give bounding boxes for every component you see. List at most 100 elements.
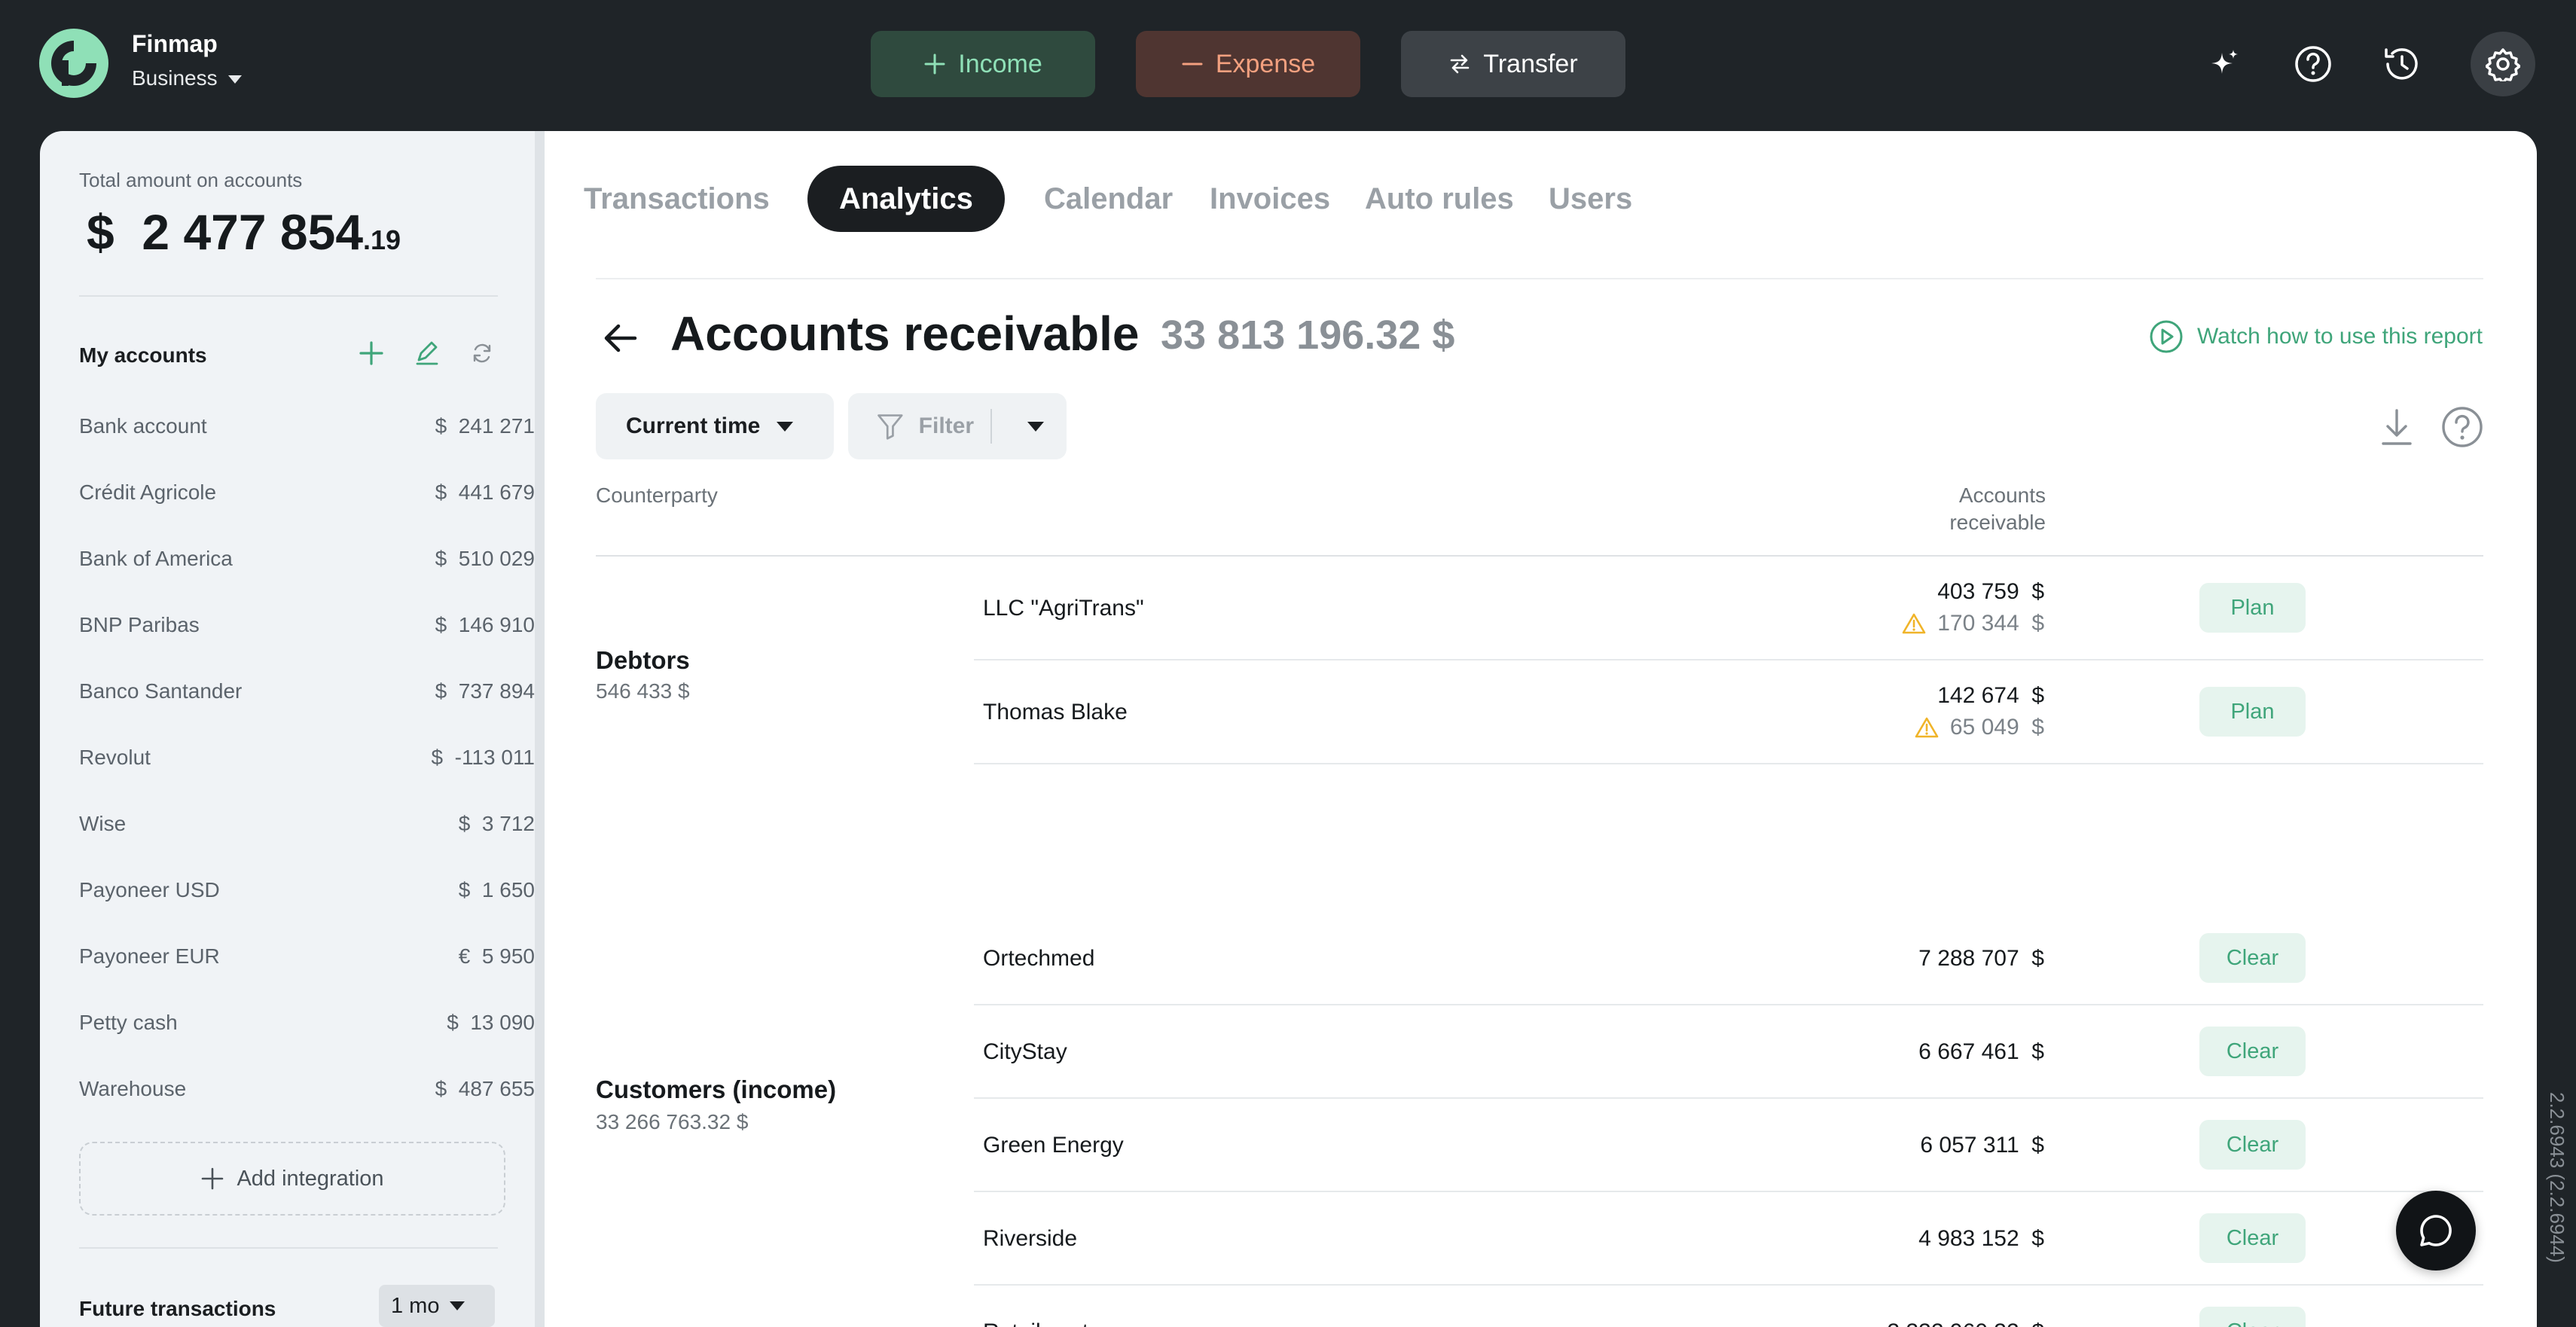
download-button[interactable] xyxy=(2372,402,2422,452)
back-arrow-icon[interactable] xyxy=(594,312,647,365)
clear-button[interactable]: Clear xyxy=(2199,933,2306,983)
period-select[interactable]: 1 mo xyxy=(379,1285,495,1327)
table-row: Retail customer 3 332 960.32 $ Clear xyxy=(974,1286,2483,1327)
account-name: Warehouse xyxy=(79,1077,187,1100)
account-name: Wise xyxy=(79,812,127,835)
income-button[interactable]: Income xyxy=(871,31,1095,97)
settings-button[interactable] xyxy=(2471,32,2535,96)
tab-auto-rules[interactable]: Auto rules xyxy=(1365,166,1514,232)
refresh-accounts-button[interactable] xyxy=(465,336,499,371)
overdue-value: 65 049 $ xyxy=(1949,715,2044,740)
version-text: 2.2.6943 (2.2.6944) xyxy=(2546,1092,2568,1263)
total-amount: $ 2 477 854.19 xyxy=(87,203,401,261)
clear-button[interactable]: Clear xyxy=(2199,1120,2306,1170)
plus-icon xyxy=(359,341,383,365)
chevron-down-icon xyxy=(1027,421,1045,432)
column-header-line-1: Accounts xyxy=(1958,484,2046,507)
ai-sparkle-button[interactable] xyxy=(2192,32,2257,96)
account-name: Payoneer EUR xyxy=(79,944,220,968)
help-circle-icon xyxy=(2295,46,2331,82)
finmap-logo-icon[interactable] xyxy=(39,29,108,98)
add-integration-button[interactable]: Add integration xyxy=(79,1142,505,1216)
account-balance: $ 146 910 xyxy=(435,613,535,636)
workspace-selector[interactable]: Business xyxy=(132,66,242,90)
watch-tutorial-link[interactable]: Watch how to use this report xyxy=(2149,319,2483,354)
warning-triangle-icon xyxy=(1915,717,1939,738)
account-balance: $ 510 029 xyxy=(435,547,535,570)
account-row[interactable]: BNP Paribas $ 146 910 xyxy=(79,613,535,646)
account-row[interactable]: Bank of America $ 510 029 xyxy=(79,547,535,580)
account-name: Bank of America xyxy=(79,547,233,570)
total-amount-label: Total amount on accounts xyxy=(79,169,303,191)
edit-accounts-button[interactable] xyxy=(410,336,444,371)
warning-triangle-icon xyxy=(1902,613,1926,634)
plus-icon xyxy=(924,53,945,75)
account-name: Crédit Agricole xyxy=(79,480,217,504)
tab-calendar[interactable]: Calendar xyxy=(1044,166,1173,232)
total-whole: 2 477 854 xyxy=(142,204,364,260)
help-button[interactable] xyxy=(2281,32,2346,96)
account-row[interactable]: Warehouse $ 487 655 xyxy=(79,1077,535,1110)
overdue-amount: 65 049 $ xyxy=(1914,715,2044,740)
account-balance: $ 441 679 xyxy=(435,480,535,504)
table-row: Thomas Blake 142 674 $ 65 049 $ Plan xyxy=(974,660,2483,764)
future-transactions-title: Future transactions xyxy=(79,1297,276,1320)
brand-name: Finmap xyxy=(132,30,218,57)
expense-label: Expense xyxy=(1215,49,1316,78)
clear-button[interactable]: Clear xyxy=(2199,1027,2306,1076)
expense-button[interactable]: Expense xyxy=(1136,31,1360,97)
tab-analytics[interactable]: Analytics xyxy=(807,166,1005,232)
income-label: Income xyxy=(958,49,1042,78)
column-header-line-2: receivable xyxy=(1949,511,2046,534)
counterparty-name: CityStay xyxy=(983,1039,1067,1064)
gear-icon xyxy=(2486,48,2520,81)
time-period-dropdown[interactable]: Current time xyxy=(596,393,834,459)
account-name: Payoneer USD xyxy=(79,878,220,901)
table-row: CityStay 6 667 461 $ Clear xyxy=(974,1005,2483,1099)
counterparty-name: LLC "AgriTrans" xyxy=(983,596,1144,621)
receivable-amount: 4 983 152 $ xyxy=(1918,1226,2044,1251)
support-chat-button[interactable] xyxy=(2396,1191,2476,1271)
filter-dropdown-toggle[interactable] xyxy=(1006,421,1067,432)
account-balance: $ 487 655 xyxy=(435,1077,535,1100)
receivable-amount: 7 288 707 $ xyxy=(1918,946,2044,971)
account-balance: $ 737 894 xyxy=(435,679,535,703)
account-row[interactable]: Wise $ 3 712 xyxy=(79,812,535,845)
sparkle-icon xyxy=(2211,50,2238,74)
clear-button[interactable]: Clear xyxy=(2199,1213,2306,1263)
account-row[interactable]: Banco Santander $ 737 894 xyxy=(79,679,535,712)
account-row[interactable]: Payoneer USD $ 1 650 xyxy=(79,878,535,911)
table-row: Green Energy 6 057 311 $ Clear xyxy=(974,1099,2483,1192)
tab-transactions[interactable]: Transactions xyxy=(584,166,770,232)
history-button[interactable] xyxy=(2370,32,2434,96)
tab-invoices[interactable]: Invoices xyxy=(1210,166,1330,232)
pencil-icon xyxy=(416,341,438,365)
add-account-button[interactable] xyxy=(354,336,389,371)
minus-icon xyxy=(1182,63,1203,66)
account-row[interactable]: Payoneer EUR € 5 950 xyxy=(79,944,535,978)
filter-funnel-icon xyxy=(877,414,903,440)
clear-button[interactable]: Clear xyxy=(2199,1307,2306,1327)
column-header-counterparty: Counterparty xyxy=(596,484,718,507)
account-row[interactable]: Crédit Agricole $ 441 679 xyxy=(79,480,535,514)
transfer-button[interactable]: Transfer xyxy=(1401,31,1625,97)
account-name: Bank account xyxy=(79,414,207,438)
receivable-amount: 6 667 461 $ xyxy=(1918,1039,2044,1064)
table-row: LLC "AgriTrans" 403 759 $ 170 344 $ Plan xyxy=(974,557,2483,660)
tab-users[interactable]: Users xyxy=(1549,166,1632,232)
sidebar-scrollbar[interactable] xyxy=(535,131,545,1327)
version-label: 2.2.6943 (2.2.6944) xyxy=(2540,1092,2573,1310)
account-row[interactable]: Revolut $ -113 011 xyxy=(79,746,535,779)
account-row[interactable]: Bank account $ 241 271 xyxy=(79,414,535,447)
transfer-arrows-icon xyxy=(1451,54,1470,74)
top-bar: Finmap Business Income Expense Transfer xyxy=(0,0,2576,131)
chevron-down-icon xyxy=(450,1301,465,1310)
account-row[interactable]: Petty cash $ 13 090 xyxy=(79,1011,535,1044)
plan-button[interactable]: Plan xyxy=(2199,687,2306,737)
account-balance: € 5 950 xyxy=(458,944,535,968)
report-help-button[interactable] xyxy=(2437,402,2487,452)
download-icon xyxy=(2382,409,2412,445)
help-circle-icon xyxy=(2442,407,2483,447)
filter-button[interactable]: Filter xyxy=(848,393,1067,459)
plan-button[interactable]: Plan xyxy=(2199,583,2306,633)
